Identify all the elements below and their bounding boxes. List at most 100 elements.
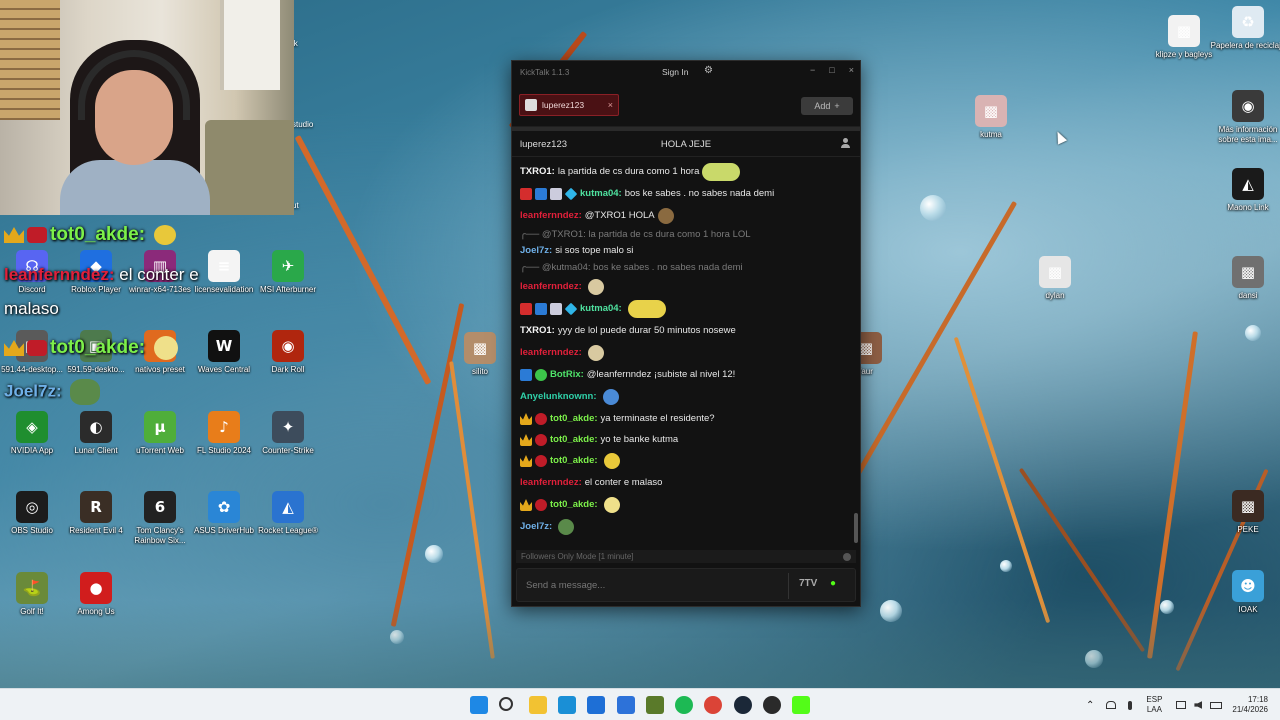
chat-message[interactable]: Anyelunknownn: [520, 386, 852, 408]
chat-username[interactable]: tot0_akde: [550, 455, 598, 467]
store-icon[interactable] [587, 696, 606, 714]
edge-icon[interactable] [557, 696, 576, 714]
desktop-icon-misc-4[interactable]: ▩ dansi [1210, 256, 1280, 301]
battery-icon[interactable] [1210, 701, 1223, 709]
desktop-icon-misc-9[interactable]: ▩ PEKE [1210, 490, 1280, 535]
desktop-icon-misc-8[interactable]: ◭ Maono Link [1210, 168, 1280, 213]
desktop-icon-label: IOAK [1238, 605, 1258, 614]
steam-icon[interactable] [733, 696, 752, 714]
desktop-icon-label: Más información sobre esta ima... [1218, 125, 1278, 144]
chat-username[interactable]: leanfernndez: [520, 477, 582, 489]
chat-message[interactable]: TXRO1: yyy de lol puede durar 50 minutos … [520, 320, 852, 342]
chat-message[interactable]: TXRO1: la partida de cs dura como 1 hora [520, 161, 852, 183]
start-icon[interactable] [470, 696, 488, 714]
emote-icon [587, 345, 604, 361]
chat-message[interactable]: BotRix: @leanfernndez ¡subiste al nivel 1… [520, 364, 852, 386]
display-icon[interactable] [1176, 701, 1187, 709]
scrollbar[interactable] [854, 513, 858, 543]
minimize-button[interactable]: − [810, 65, 815, 75]
chrome-icon[interactable] [704, 696, 723, 714]
desktop-icon-left-4[interactable]: ✈ MSI Afterburner [250, 250, 326, 295]
kick-icon[interactable] [792, 696, 811, 714]
chat-message[interactable]: kutma04: bos ke sabes . no sabes nada dem… [520, 183, 852, 205]
settings-gear-icon[interactable]: ⚙ [704, 65, 713, 76]
chat-username[interactable]: leanfernndez: [520, 347, 582, 359]
chat-message[interactable]: Joel7z: [520, 516, 852, 538]
chat-message[interactable]: ╭── @kutma04: bos ke sabes . no sabes na… [520, 259, 852, 276]
desktop-icon-misc-3[interactable]: ▩ dylan [1017, 256, 1093, 301]
chat-username[interactable]: Joel7z: [520, 521, 552, 533]
info-icon[interactable] [843, 552, 851, 561]
chat-message[interactable]: leanfernndez: [520, 342, 852, 364]
chat-username[interactable]: Anyelunknownn: [520, 391, 597, 403]
chat-message[interactable]: tot0_akde: yo te banke kutma [520, 430, 852, 450]
chat-username[interactable]: leanfernndez: [520, 210, 582, 222]
title-bar[interactable]: KickTalk 1.1.3 Sign In ⚙ − □ × [512, 61, 860, 83]
desktop-icon-misc-10[interactable]: ☻ IOAK [1210, 570, 1280, 615]
desktop-icon-label: Rocket League® [258, 526, 318, 535]
chat-username[interactable]: tot0_akde: [550, 499, 598, 511]
desktop-icon-label: kutma [980, 130, 1002, 139]
chat-message[interactable]: tot0_akde: [520, 494, 852, 516]
chat-username[interactable]: leanfernndez: [520, 281, 582, 293]
language-indicator[interactable]: ESP LAA [1146, 695, 1162, 715]
desktop-icon-label: Maono Link [1227, 203, 1269, 212]
desktop-icon-misc-2[interactable]: ▩ kutma [953, 95, 1029, 140]
chat-text: yo te banke kutma [600, 434, 679, 445]
chat-messages[interactable]: TXRO1: la partida de cs dura como 1 hora k… [512, 158, 860, 545]
close-button[interactable]: × [849, 65, 854, 75]
chat-message[interactable]: leanfernndez: [520, 276, 852, 298]
reply-preview[interactable]: ╭── @kutma04: bos ke sabes . no sabes na… [520, 262, 743, 274]
sign-in-button[interactable]: Sign In [662, 67, 688, 77]
chat-username[interactable]: BotRix: [550, 369, 584, 381]
cyan-badge-icon [564, 302, 578, 316]
chat-username[interactable]: kutma04: [580, 188, 622, 200]
emote-icon [154, 336, 179, 360]
mic-icon[interactable] [1128, 700, 1133, 710]
reply-preview[interactable]: ╭── @TXRO1: la partida de cs dura como 1… [520, 229, 751, 241]
desktop-icon-left-21[interactable]: ● Among Us [58, 572, 134, 617]
red-badge-icon [535, 499, 547, 511]
chat-username[interactable]: Joel7z: [520, 245, 552, 257]
desktop-icon-left-19[interactable]: ◭ Rocket League® [250, 491, 326, 536]
clock[interactable]: 17:18 21/4/2026 [1232, 695, 1268, 715]
desktop-icon-misc-7[interactable]: ◉ Más información sobre esta ima... [1210, 90, 1280, 145]
chat-username[interactable]: TXRO1: [520, 325, 555, 337]
chat-message[interactable]: kutma04: [520, 298, 852, 320]
chat-message[interactable]: leanfernndez: @TXRO1 HOLA [520, 205, 852, 227]
desktop-icon-misc-0[interactable]: ▩ silito [442, 332, 518, 377]
minecraft-icon[interactable] [645, 696, 664, 714]
chat-message[interactable]: ╭── @TXRO1: la partida de cs dura como 1… [520, 227, 852, 242]
chat-message[interactable]: leanfernndez: el conter e malaso [520, 472, 852, 494]
7tv-emote-icon[interactable]: 7TV [799, 578, 817, 592]
network-icon[interactable] [1106, 701, 1117, 709]
add-channel-button[interactable]: Add + [801, 97, 853, 115]
kick-emote-icon[interactable]: ● [825, 578, 841, 592]
desktop-icon-left-9[interactable]: ◉ Dark Roll [250, 330, 326, 375]
search-icon[interactable] [499, 697, 514, 711]
chat-username[interactable]: tot0_akde: [550, 413, 598, 425]
chat-message[interactable]: Joel7z: si sos tope malo si [520, 242, 852, 259]
chat-username[interactable]: kutma04: [580, 303, 622, 315]
spotify-icon[interactable] [675, 696, 694, 714]
chat-text: la partida de cs dura como 1 hora [557, 166, 700, 177]
message-input[interactable]: Send a message... 7TV ● [516, 568, 856, 602]
tray-chevron-icon[interactable]: ⌃ [1086, 700, 1094, 711]
overlay-text: el conter e [119, 265, 199, 284]
chat-username[interactable]: TXRO1: [520, 166, 555, 178]
desktop-icon-left-14[interactable]: ✦ Counter-Strike [250, 411, 326, 456]
file-explorer-icon[interactable] [528, 696, 547, 714]
desktop-icon-misc-6[interactable]: ♻ Papelera de reciclaje [1210, 6, 1280, 51]
maximize-button[interactable]: □ [829, 65, 834, 75]
chat-username[interactable]: tot0_akde: [550, 434, 598, 446]
user-icon[interactable] [840, 138, 850, 148]
chat-message[interactable]: tot0_akde: ya terminaste el residente? [520, 408, 852, 430]
stream-title: HOLA JEJE [660, 139, 712, 150]
green-badge-icon [535, 369, 547, 381]
tab-close-icon[interactable]: × [608, 100, 613, 110]
obs-icon[interactable] [763, 696, 781, 714]
speaker-icon[interactable] [1194, 701, 1203, 709]
tab-luperez123[interactable]: luperez123 × [519, 94, 619, 116]
outlook-icon[interactable] [616, 696, 635, 714]
chat-message[interactable]: tot0_akde: [520, 450, 852, 472]
